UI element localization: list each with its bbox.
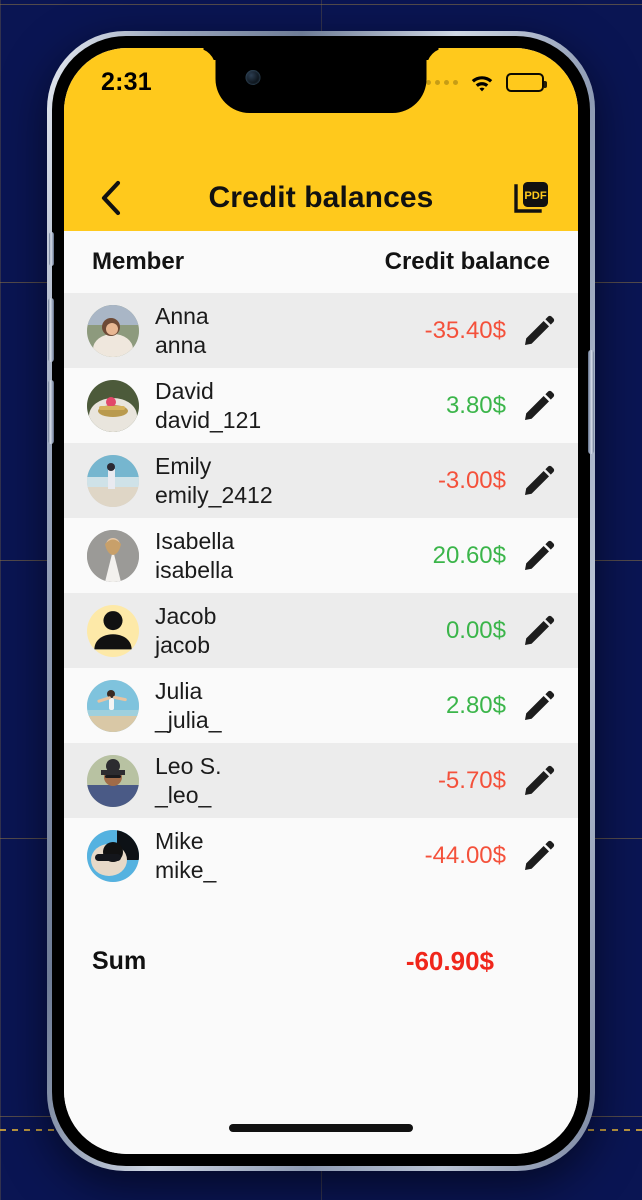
member-row[interactable]: Julia _julia_ 2.80$ bbox=[64, 668, 578, 743]
credit-balance-value: -5.70$ bbox=[437, 766, 506, 794]
credit-balance-value: -35.40$ bbox=[424, 316, 506, 344]
sum-label: Sum bbox=[92, 946, 147, 975]
phone-device-frame: 2:31 Credit balances PDF Member Credit b… bbox=[47, 31, 595, 1171]
member-names: Jacob jacob bbox=[155, 602, 216, 658]
edit-balance-button[interactable] bbox=[522, 389, 556, 423]
status-bar-area: 2:31 bbox=[64, 48, 578, 164]
sum-value: -60.90$ bbox=[405, 945, 494, 976]
edit-balance-button[interactable] bbox=[522, 539, 556, 573]
wifi-icon bbox=[469, 73, 495, 92]
member-row[interactable]: Emily emily_2412 -3.00$ bbox=[64, 443, 578, 518]
member-handle: david_121 bbox=[155, 406, 262, 433]
column-header-balance: Credit balance bbox=[384, 248, 550, 275]
member-handle: emily_2412 bbox=[155, 481, 273, 508]
edit-balance-button[interactable] bbox=[522, 764, 556, 798]
avatar bbox=[87, 304, 139, 357]
member-handle: anna bbox=[155, 331, 207, 358]
avatar bbox=[87, 679, 139, 732]
volume-down-button[interactable] bbox=[48, 380, 54, 444]
member-row[interactable]: Isabella isabella 20.60$ bbox=[64, 518, 578, 593]
signal-dots-icon bbox=[426, 80, 458, 85]
member-list: Anna anna -35.40$ David david_121 3.80$ Emily e… bbox=[64, 293, 578, 893]
sum-row: Sum -60.90$ bbox=[64, 925, 578, 997]
member-name: Anna bbox=[155, 303, 209, 330]
status-time: 2:31 bbox=[101, 68, 152, 96]
edit-balance-button[interactable] bbox=[522, 839, 556, 873]
table-header: Member Credit balance bbox=[64, 231, 578, 293]
battery-icon bbox=[506, 73, 547, 92]
silent-switch-button[interactable] bbox=[49, 232, 54, 266]
member-name: Leo S. bbox=[155, 753, 222, 780]
member-row[interactable]: Anna anna -35.40$ bbox=[64, 293, 578, 368]
avatar bbox=[87, 829, 139, 882]
column-header-member: Member bbox=[92, 248, 185, 275]
pencil-icon bbox=[525, 465, 555, 495]
avatar bbox=[87, 604, 139, 657]
status-indicators bbox=[426, 73, 547, 92]
edit-balance-button[interactable] bbox=[522, 614, 556, 648]
pdf-export-icon: PDF bbox=[514, 181, 548, 213]
member-handle: isabella bbox=[155, 556, 233, 583]
pencil-icon bbox=[525, 765, 555, 795]
member-handle: _julia_ bbox=[155, 706, 222, 733]
pencil-icon bbox=[525, 390, 555, 420]
member-name: David bbox=[155, 378, 214, 405]
member-handle: _leo_ bbox=[155, 781, 212, 808]
member-row[interactable]: Leo S. _leo_ -5.70$ bbox=[64, 743, 578, 818]
member-names: Emily emily_2412 bbox=[155, 452, 273, 508]
credit-balance-value: -3.00$ bbox=[437, 466, 506, 494]
chevron-left-icon bbox=[101, 180, 121, 215]
phone-bezel: 2:31 Credit balances PDF Member Credit b… bbox=[48, 36, 594, 1166]
pencil-icon bbox=[525, 315, 555, 345]
back-button[interactable] bbox=[88, 176, 132, 220]
member-row[interactable]: Jacob jacob 0.00$ bbox=[64, 593, 578, 668]
member-name: Julia bbox=[155, 678, 203, 705]
avatar bbox=[87, 379, 139, 432]
pencil-icon bbox=[525, 840, 555, 870]
member-names: David david_121 bbox=[155, 377, 261, 433]
volume-up-button[interactable] bbox=[48, 298, 54, 362]
edit-balance-button[interactable] bbox=[522, 689, 556, 723]
edit-balance-button[interactable] bbox=[522, 464, 556, 498]
edit-balance-button[interactable] bbox=[522, 314, 556, 348]
credit-balances-sheet: Member Credit balance Anna anna -35.40$ Dav… bbox=[64, 231, 578, 1154]
member-names: Mike mike_ bbox=[155, 827, 216, 883]
home-indicator[interactable] bbox=[229, 1124, 413, 1132]
pencil-icon bbox=[525, 540, 555, 570]
member-row[interactable]: Mike mike_ -44.00$ bbox=[64, 818, 578, 893]
phone-screen: 2:31 Credit balances PDF Member Credit b… bbox=[64, 48, 578, 1154]
avatar bbox=[87, 454, 139, 507]
member-row[interactable]: David david_121 3.80$ bbox=[64, 368, 578, 443]
member-names: Leo S. _leo_ bbox=[155, 752, 222, 808]
page-title: Credit balances bbox=[208, 180, 434, 214]
navigation-bar: Credit balances PDF bbox=[64, 164, 578, 231]
svg-text:PDF: PDF bbox=[524, 190, 547, 202]
credit-balance-value: 2.80$ bbox=[445, 691, 506, 719]
credit-balance-value: 0.00$ bbox=[445, 616, 506, 644]
pencil-icon bbox=[525, 690, 555, 720]
person-icon bbox=[94, 610, 132, 649]
member-name: Jacob bbox=[155, 603, 217, 630]
member-names: Julia _julia_ bbox=[155, 677, 222, 733]
credit-balance-value: -44.00$ bbox=[424, 841, 506, 869]
member-name: Isabella bbox=[155, 528, 235, 555]
member-names: Isabella isabella bbox=[155, 527, 234, 583]
status-bar: 2:31 bbox=[64, 48, 578, 113]
avatar bbox=[87, 754, 139, 807]
export-pdf-button[interactable]: PDF bbox=[512, 178, 552, 218]
pencil-icon bbox=[525, 615, 555, 645]
credit-balance-value: 20.60$ bbox=[432, 541, 506, 569]
member-handle: jacob bbox=[155, 631, 210, 658]
member-name: Emily bbox=[155, 453, 212, 480]
member-name: Mike bbox=[155, 828, 204, 855]
member-handle: mike_ bbox=[155, 856, 217, 883]
avatar bbox=[87, 529, 139, 582]
credit-balance-value: 3.80$ bbox=[445, 391, 506, 419]
power-button[interactable] bbox=[588, 350, 594, 454]
member-names: Anna anna bbox=[155, 302, 209, 358]
